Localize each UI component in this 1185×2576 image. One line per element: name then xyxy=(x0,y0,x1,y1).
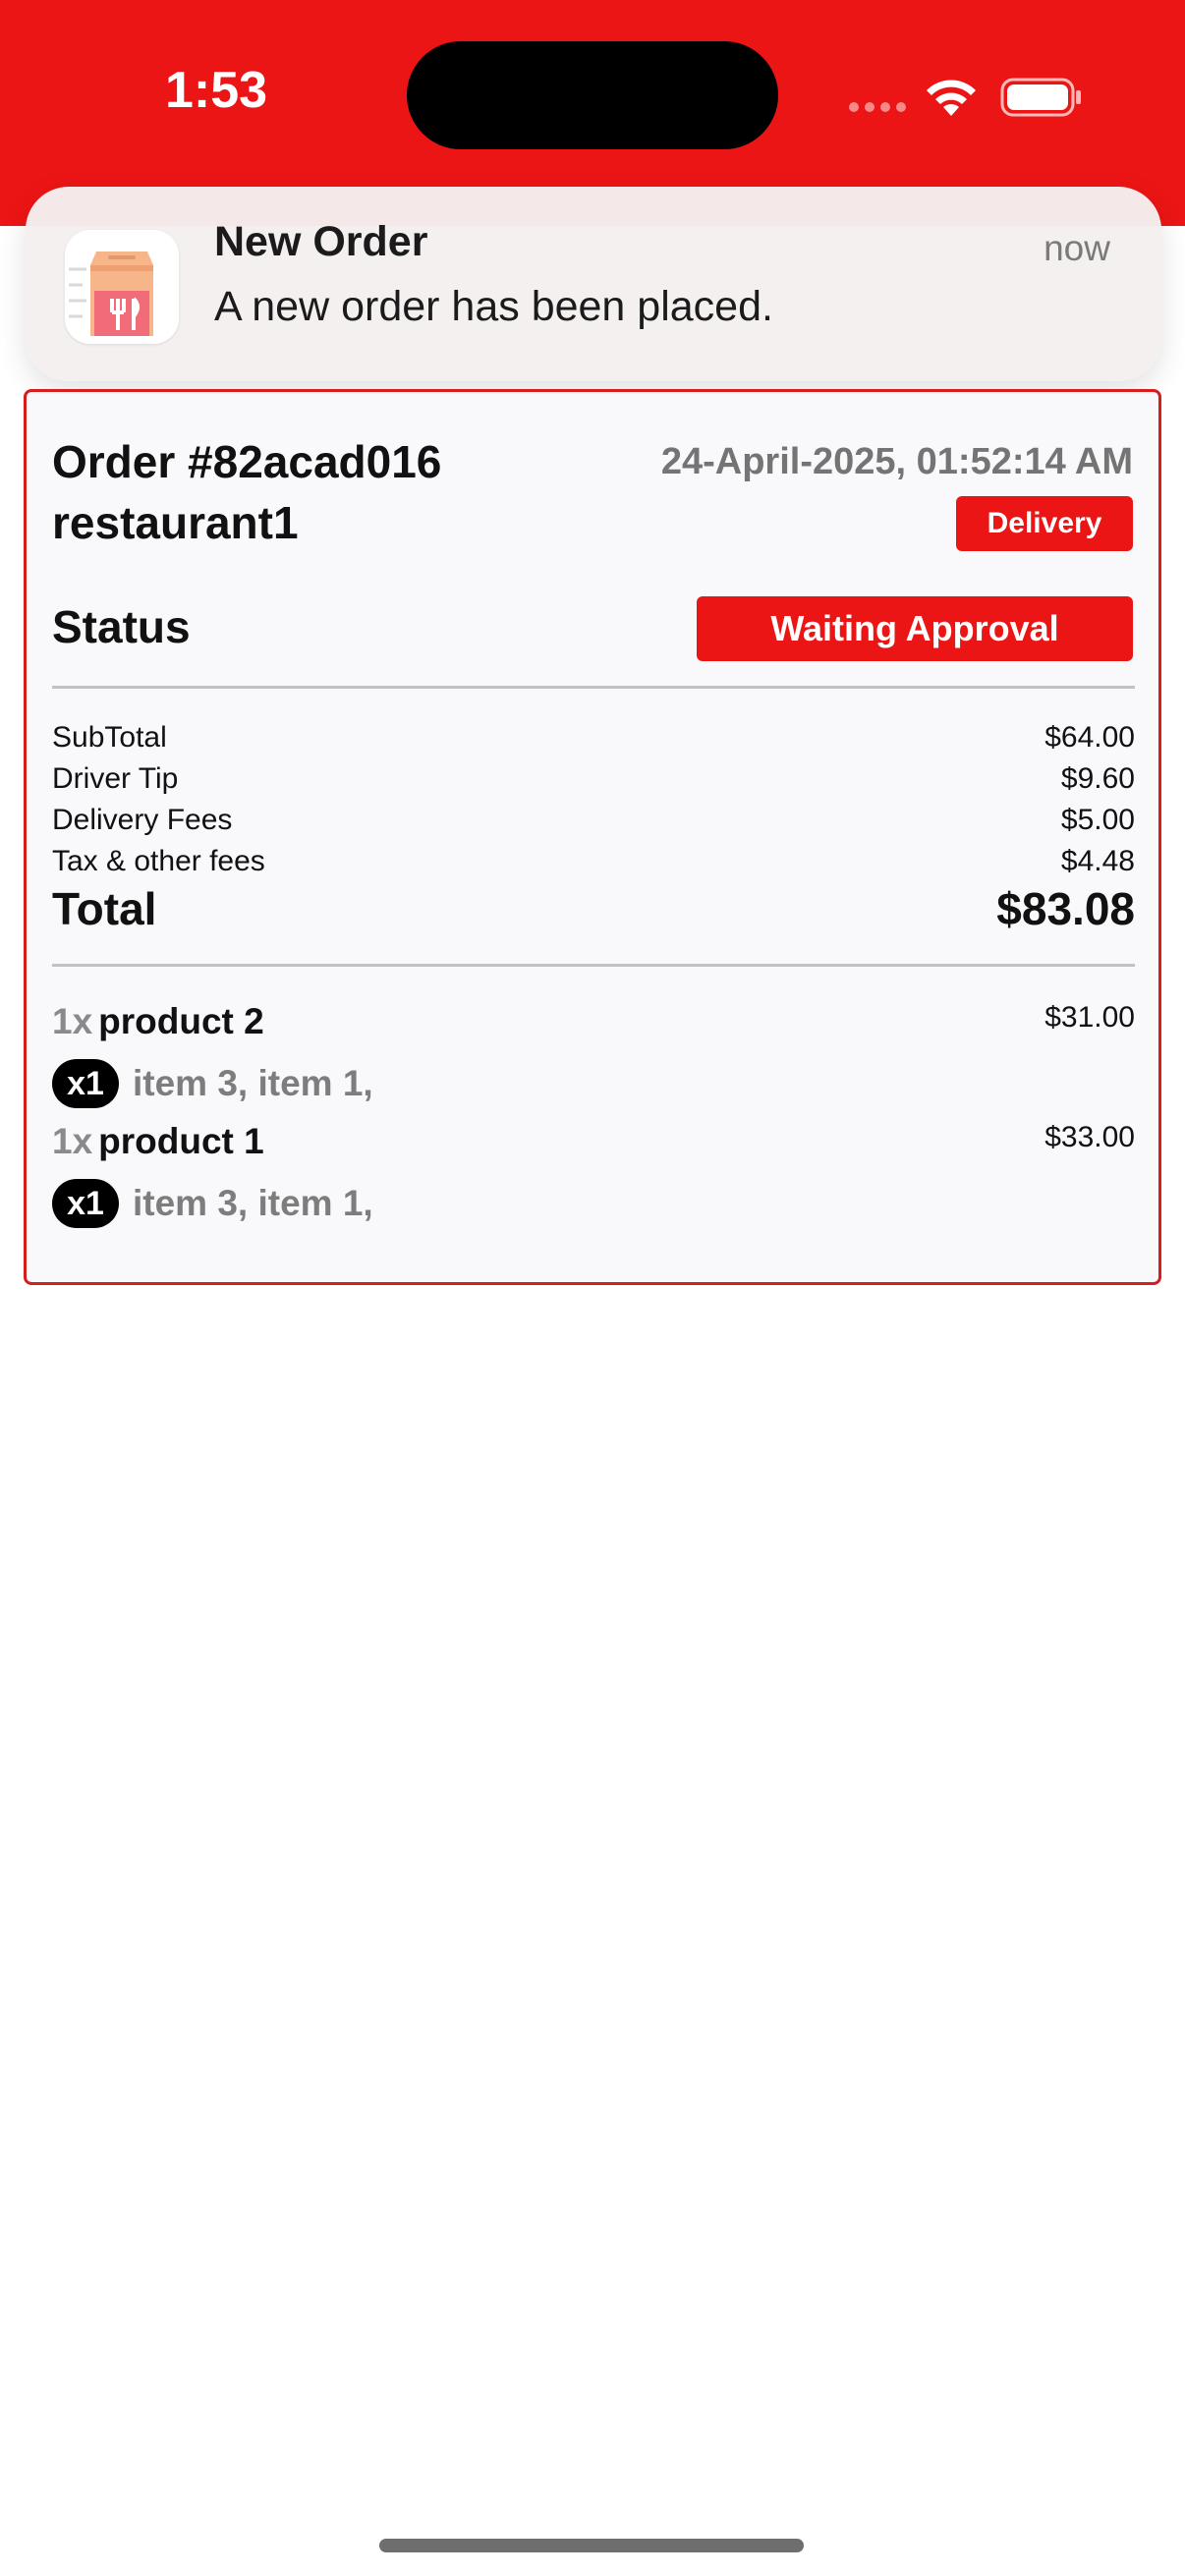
new-order-notification[interactable]: New Order now A new order has been place… xyxy=(26,187,1161,381)
divider xyxy=(52,686,1135,689)
option-items: item 3, item 1, xyxy=(133,1063,373,1103)
option-quantity-badge: x1 xyxy=(52,1059,119,1108)
product-options: x1 item 3, item 1, xyxy=(52,1058,373,1109)
notification-title: New Order xyxy=(214,218,428,265)
order-date: 24-April-2025, 01:52:14 AM xyxy=(660,441,1133,482)
product-options: x1 item 3, item 1, xyxy=(52,1178,373,1229)
delivery-type-badge: Delivery xyxy=(956,496,1133,551)
order-card[interactable]: Order #82acad016 restaurant1 24-April-20… xyxy=(24,389,1161,1285)
fee-row-subtotal: SubTotal $64.00 xyxy=(52,718,1135,757)
status-bar-time: 1:53 xyxy=(164,62,268,119)
product-name: product 2 xyxy=(98,1001,264,1041)
battery-icon xyxy=(1000,78,1081,117)
status-label: Status xyxy=(52,601,191,652)
option-quantity-badge: x1 xyxy=(52,1179,119,1228)
takeout-bag-icon xyxy=(65,230,179,344)
notification-time: now xyxy=(1044,228,1110,268)
total-row: Total $83.08 xyxy=(52,879,1135,938)
fee-value: $4.48 xyxy=(1060,845,1135,877)
total-label: Total xyxy=(52,883,157,934)
home-indicator[interactable] xyxy=(379,2539,804,2552)
notification-body: A new order has been placed. xyxy=(214,283,773,330)
product-row: 1x product 2 $31.00 xyxy=(52,1001,1135,1054)
product-price: $31.00 xyxy=(1044,1001,1135,1034)
product-price: $33.00 xyxy=(1044,1121,1135,1153)
product-quantity: 1x xyxy=(52,1121,93,1161)
app-icon xyxy=(65,230,179,344)
product-row: 1x product 1 $33.00 xyxy=(52,1121,1135,1174)
fee-value: $9.60 xyxy=(1060,762,1135,795)
fee-label: Driver Tip xyxy=(52,762,179,795)
divider xyxy=(52,964,1135,967)
fee-label: Tax & other fees xyxy=(52,845,265,877)
product-name: product 1 xyxy=(98,1121,264,1161)
product-quantity: 1x xyxy=(52,1001,93,1041)
fee-row-driver-tip: Driver Tip $9.60 xyxy=(52,759,1135,799)
fee-label: Delivery Fees xyxy=(52,804,233,836)
wifi-icon xyxy=(927,80,976,116)
restaurant-name: restaurant1 xyxy=(52,497,299,548)
status-badge: Waiting Approval xyxy=(697,596,1133,661)
fee-row-delivery-fees: Delivery Fees $5.00 xyxy=(52,801,1135,840)
fee-value: $64.00 xyxy=(1044,721,1135,754)
dynamic-island xyxy=(407,41,778,149)
cellular-signal-icon xyxy=(849,102,908,116)
fee-value: $5.00 xyxy=(1060,804,1135,836)
fee-row-tax: Tax & other fees $4.48 xyxy=(52,842,1135,881)
order-number: Order #82acad016 xyxy=(52,436,442,487)
total-value: $83.08 xyxy=(996,883,1135,934)
fee-label: SubTotal xyxy=(52,721,167,754)
option-items: item 3, item 1, xyxy=(133,1183,373,1223)
